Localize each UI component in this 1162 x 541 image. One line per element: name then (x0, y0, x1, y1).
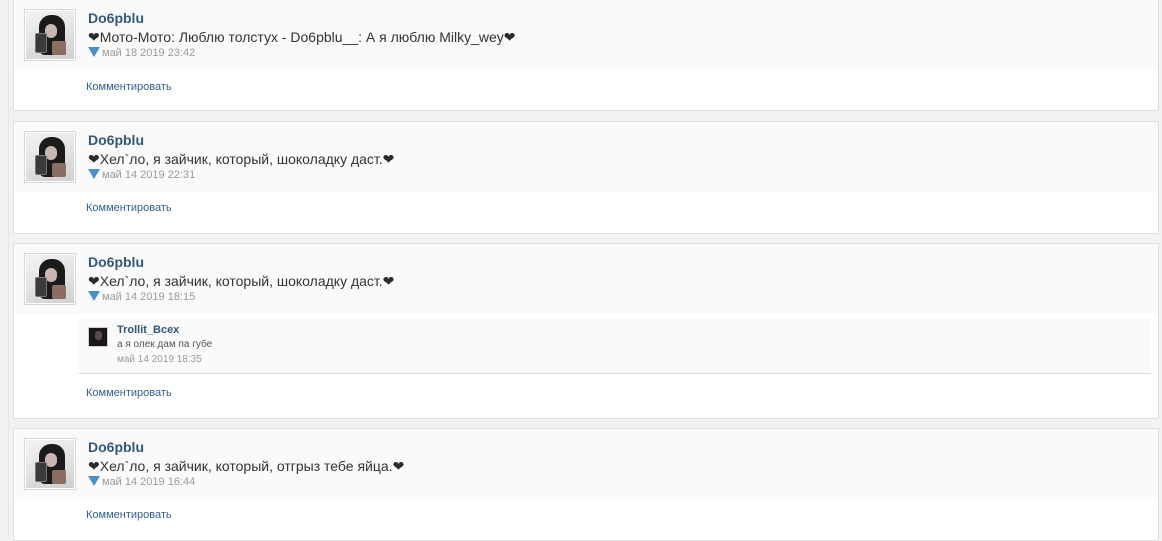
post-time: май 14 2019 18:15 (102, 291, 196, 303)
comment-link[interactable]: Комментировать (86, 202, 172, 214)
post-timestamp: май 14 2019 18:15 (88, 291, 195, 303)
author-name-link[interactable]: Do6pblu (88, 10, 144, 26)
triangle-marker-icon (88, 169, 100, 179)
post-time: май 14 2019 22:31 (102, 169, 196, 181)
post-timestamp: май 14 2019 16:44 (88, 476, 195, 488)
heart-icon: ❤ (88, 273, 100, 289)
comment-link[interactable]: Комментировать (86, 387, 172, 399)
author-avatar[interactable] (24, 131, 76, 183)
post-timestamp: май 18 2019 23:42 (88, 47, 195, 59)
wall-post: Do6pblu ❤Хел`ло, я зайчик, который, шоко… (13, 243, 1159, 419)
reply-time: май 14 2019 18:35 (117, 354, 202, 365)
heart-icon: ❤ (88, 151, 100, 167)
post-message: Хел`ло, я зайчик, который, шоколадку дас… (99, 151, 383, 167)
avatar-image (26, 11, 74, 59)
heart-icon: ❤ (392, 458, 405, 474)
post-text: ❤Мото-Мото: Люблю толстух - Do6pblu__: А… (88, 29, 516, 46)
reply-item: Trollit_Всех а я олек дам па губе май 14… (78, 318, 1151, 374)
reply-avatar[interactable] (88, 327, 108, 347)
author-avatar[interactable] (24, 253, 76, 305)
triangle-marker-icon (88, 476, 100, 486)
reply-text: а я олек дам па губе (117, 339, 213, 350)
post-text: ❤Хел`ло, я зайчик, который, отгрыз тебе … (88, 458, 404, 475)
comment-link[interactable]: Комментировать (86, 81, 172, 93)
heart-icon: ❤ (88, 29, 100, 45)
reply-author-link[interactable]: Trollit_Всех (117, 324, 179, 336)
triangle-marker-icon (88, 47, 100, 57)
avatar-image (26, 133, 74, 181)
avatar-image (26, 255, 74, 303)
wall-post: Do6pblu ❤Мото-Мото: Люблю толстух - Do6p… (13, 0, 1159, 111)
heart-icon: ❤ (382, 273, 395, 289)
post-message: Хел`ло, я зайчик, который, отгрыз тебе я… (99, 458, 393, 474)
heart-icon: ❤ (503, 29, 516, 45)
comment-link[interactable]: Комментировать (86, 509, 172, 521)
avatar-image (26, 440, 74, 488)
post-time: май 18 2019 23:42 (102, 47, 196, 59)
page-left-border (8, 0, 9, 538)
author-name-link[interactable]: Do6pblu (88, 132, 144, 148)
post-time: май 14 2019 16:44 (102, 476, 196, 488)
author-avatar[interactable] (24, 438, 76, 490)
triangle-marker-icon (88, 291, 100, 301)
wall-post: Do6pblu ❤Хел`ло, я зайчик, который, шоко… (13, 121, 1159, 234)
post-message: Мото-Мото: Люблю толстух - Do6pblu__: А … (99, 29, 504, 45)
wall-post: Do6pblu ❤Хел`ло, я зайчик, который, отгр… (13, 428, 1159, 541)
author-avatar[interactable] (24, 9, 76, 61)
author-name-link[interactable]: Do6pblu (88, 439, 144, 455)
post-timestamp: май 14 2019 22:31 (88, 169, 195, 181)
post-message: Хел`ло, я зайчик, который, шоколадку дас… (99, 273, 383, 289)
heart-icon: ❤ (382, 151, 395, 167)
heart-icon: ❤ (88, 458, 100, 474)
post-text: ❤Хел`ло, я зайчик, который, шоколадку да… (88, 273, 394, 290)
post-text: ❤Хел`ло, я зайчик, который, шоколадку да… (88, 151, 394, 168)
author-name-link[interactable]: Do6pblu (88, 254, 144, 270)
